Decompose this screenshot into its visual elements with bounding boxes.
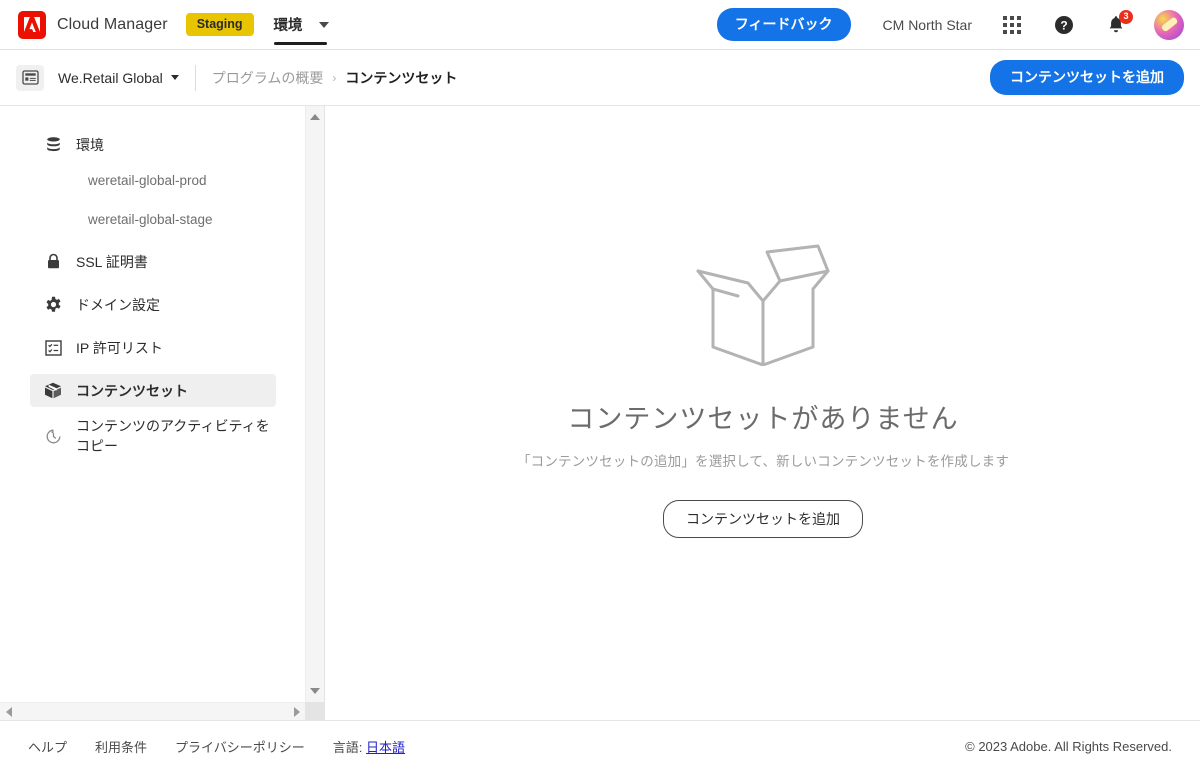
app-title: Cloud Manager (57, 15, 168, 33)
sidebar-item-copy-content-activity[interactable]: コンテンツのアクティビティをコピー (30, 413, 276, 459)
sidebar-item-ssl-certificates[interactable]: SSL 証明書 (30, 245, 276, 278)
scroll-right-arrow-icon[interactable] (294, 706, 300, 717)
empty-state-subtitle: 「コンテンツセットの追加」を選択して、新しいコンテンツセットを作成します (516, 454, 1010, 469)
scroll-up-arrow-icon[interactable] (310, 114, 320, 120)
scroll-left-arrow-icon[interactable] (6, 706, 12, 717)
gear-icon (44, 296, 62, 314)
list-box-glyph (44, 339, 62, 356)
open-box-icon (682, 244, 844, 371)
scroll-down-arrow-icon[interactable] (310, 688, 320, 694)
database-glyph (46, 137, 60, 152)
lock-icon (44, 253, 62, 271)
breadcrumb-current-page: コンテンツセット (345, 69, 458, 86)
sidebar-item-ip-allow-list[interactable]: IP 許可リスト (30, 331, 276, 364)
footer-link-help[interactable]: ヘルプ (28, 737, 67, 756)
sidebar-item-domain-settings[interactable]: ドメイン設定 (30, 288, 276, 321)
footer-link-privacy[interactable]: プライバシーポリシー (175, 737, 305, 756)
dashboard-glyph (21, 70, 39, 85)
open-box-glyph (696, 244, 830, 367)
sidebar-item-environments[interactable]: 環境 (30, 128, 276, 161)
organization-name[interactable]: CM North Star (883, 17, 972, 33)
footer: ヘルプ 利用条件 プライバシーポリシー 言語: 日本語 © 2023 Adobe… (0, 720, 1200, 772)
chevron-down-icon (170, 75, 179, 80)
program-dashboard-icon (16, 64, 44, 91)
work-area: 環境 weretail-global-prod weretail-global-… (0, 106, 1200, 720)
lock-glyph (47, 253, 59, 269)
help-circle-icon[interactable]: ? (1052, 13, 1076, 37)
sidebar: 環境 weretail-global-prod weretail-global-… (0, 106, 325, 720)
scrollbar-corner (305, 702, 324, 720)
database-icon (44, 136, 62, 154)
breadcrumb-bar: We.Retail Global プログラムの概要 › コンテンツセット コンテ… (0, 50, 1200, 106)
sidebar-item-label: IP 許可リスト (76, 339, 163, 356)
sidebar-item-content-sets[interactable]: コンテンツセット (30, 374, 276, 407)
package-icon (44, 382, 62, 400)
nav-tab-label: 環境 (273, 18, 303, 34)
header-actions: フィードバック CM North Star ? 3 (716, 0, 1200, 50)
sidebar-item-label: SSL 証明書 (76, 253, 148, 270)
add-content-set-button[interactable]: コンテンツセットを追加 (990, 60, 1184, 95)
footer-language-label: 言語: (332, 740, 363, 755)
program-selector[interactable]: We.Retail Global (58, 70, 179, 86)
bell-icon[interactable]: 3 (1104, 9, 1133, 37)
sidebar-item-label: ドメイン設定 (76, 296, 160, 313)
svg-text:?: ? (1060, 18, 1067, 32)
package-glyph (45, 382, 61, 399)
adobe-logo-icon[interactable] (18, 10, 46, 39)
main-content-empty-state: コンテンツセットがありません 「コンテンツセットの追加」を選択して、新しいコンテ… (326, 106, 1200, 720)
feedback-button[interactable]: フィードバック (716, 8, 851, 41)
sidebar-scroll-region: 環境 weretail-global-prod weretail-global-… (0, 106, 306, 702)
app-grid-icon[interactable] (1000, 13, 1024, 37)
top-header-bar: Cloud Manager Staging 環境 フィードバック CM Nort… (0, 0, 1200, 50)
footer-language-selector: 言語: 日本語 (333, 737, 405, 756)
sidebar-item-label: コンテンツセット (76, 382, 188, 399)
environment-badge: Staging (185, 13, 254, 36)
nav-tab-environments[interactable]: 環境 (273, 0, 329, 50)
sidebar-horizontal-scrollbar[interactable] (0, 702, 306, 720)
chevron-down-icon (318, 21, 329, 28)
program-name-label: We.Retail Global (58, 69, 163, 86)
sidebar-vertical-scrollbar[interactable] (305, 106, 324, 702)
empty-state-add-content-set-button[interactable]: コンテンツセットを追加 (663, 500, 863, 538)
sidebar-item-weretail-global-stage[interactable]: weretail-global-stage (0, 200, 306, 239)
footer-link-terms[interactable]: 利用条件 (95, 737, 147, 756)
gear-glyph (46, 296, 60, 312)
sidebar-item-weretail-global-prod[interactable]: weretail-global-prod (0, 161, 306, 200)
history-clock-icon (44, 427, 62, 445)
sidebar-item-label: コンテンツのアクティビティをコピー (76, 417, 270, 454)
notification-count-badge: 3 (1119, 9, 1133, 24)
app-grid-dots (1003, 15, 1021, 34)
help-glyph: ? (1055, 15, 1073, 34)
empty-state-title: コンテンツセットがありません (567, 404, 959, 434)
breadcrumb-parent-link[interactable]: プログラムの概要 (212, 68, 324, 88)
footer-copyright: © 2023 Adobe. All Rights Reserved. (965, 739, 1172, 754)
adobe-a-glyph (24, 17, 40, 32)
breadcrumb-separator-icon: › (332, 70, 337, 85)
breadcrumb-divider (194, 64, 196, 91)
list-box-icon (44, 339, 62, 357)
avatar[interactable] (1154, 9, 1184, 40)
history-clock-glyph (46, 429, 60, 443)
sidebar-item-label: 環境 (76, 136, 104, 153)
footer-language-value[interactable]: 日本語 (366, 740, 405, 755)
